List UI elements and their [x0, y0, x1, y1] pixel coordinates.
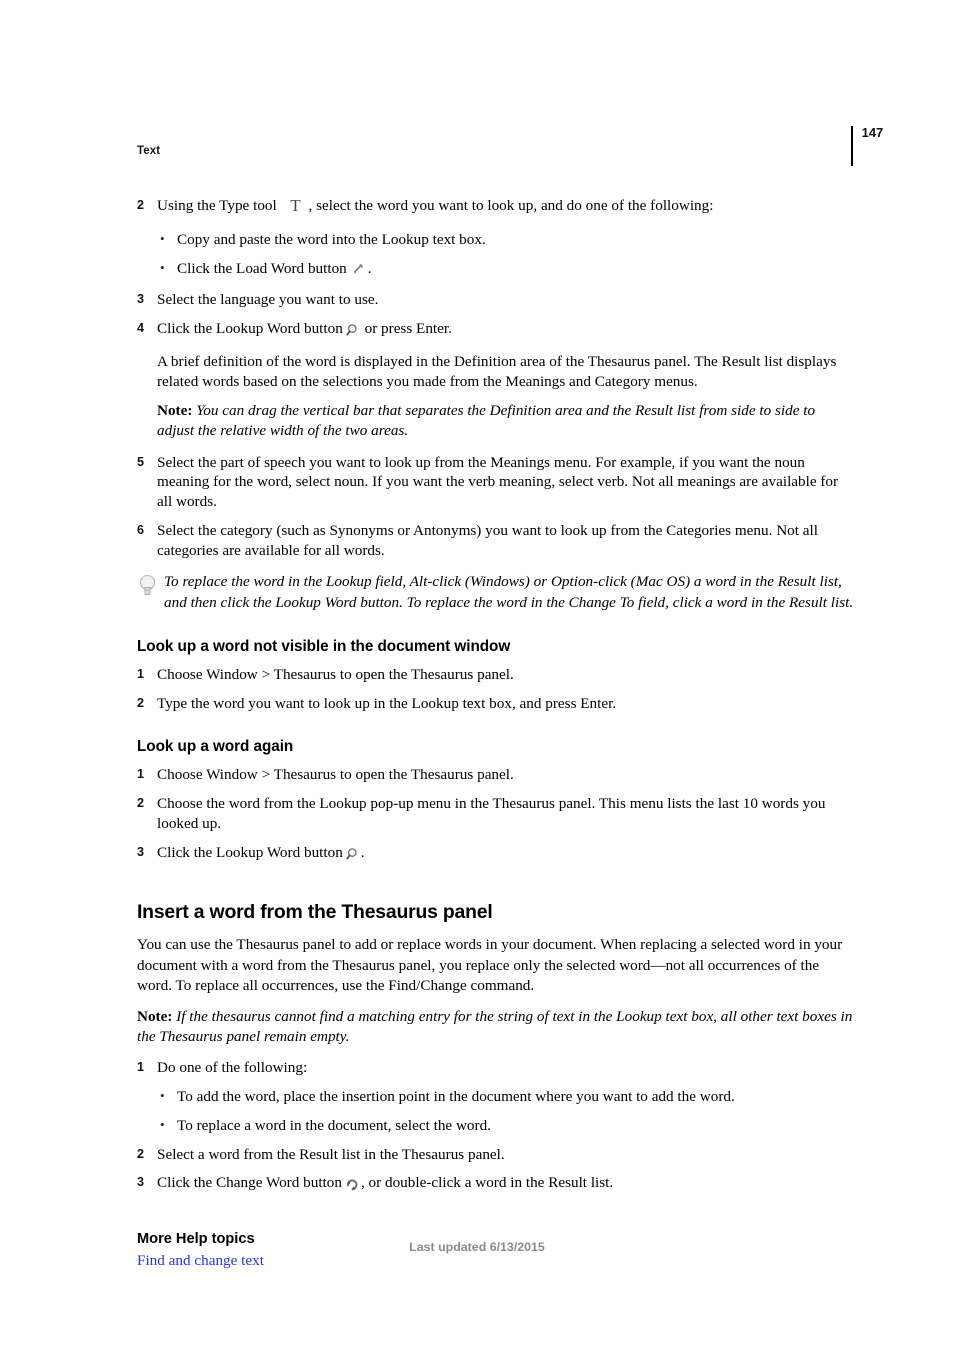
insert-word-step-1: 1 Do one of the following: — [137, 1058, 855, 1078]
insert-word-intro: You can use the Thesaurus panel to add o… — [137, 936, 843, 994]
step-text: Select the category (such as Synonyms or… — [157, 521, 818, 559]
page-number: 147 — [861, 125, 884, 140]
step-text-after: . — [360, 843, 365, 861]
insert-word-step-2: 2 Select a word from the Result list in … — [137, 1145, 855, 1165]
step-text-after: , select the word you want to look up, a… — [308, 197, 714, 214]
bullet-replace-word: • To replace a word in the document, sel… — [137, 1116, 855, 1136]
tip-text: To replace the word in the Lookup field,… — [164, 573, 854, 611]
folio-divider-rule — [851, 126, 853, 166]
step-number: 4 — [137, 321, 145, 335]
bullet-dot: • — [160, 230, 165, 246]
bullet-text: To add the word, place the insertion poi… — [177, 1088, 735, 1106]
lookup-again-step-1: 1 Choose Window > Thesaurus to open the … — [137, 765, 855, 785]
bullet-text: Click the Load Word button — [177, 259, 347, 277]
bullet-load-word: • Click the Load Word button . — [137, 259, 855, 282]
step-text: Select the part of speech you want to lo… — [157, 453, 839, 511]
insert-word-step-3: 3 Click the Change Word button , or doub… — [137, 1173, 855, 1197]
bullet-add-word: • To add the word, place the insertion p… — [137, 1087, 855, 1107]
lookup-not-visible-step-2: 2 Type the word you want to look up in t… — [137, 694, 855, 714]
step-number: 1 — [137, 767, 145, 782]
heading-lookup-not-visible: Look up a word not visible in the docume… — [137, 637, 511, 655]
lookup-again-step-3: 3 Click the Lookup Word button . — [137, 843, 855, 867]
lookup-word-magnifier-icon — [346, 323, 359, 343]
step-number: 2 — [137, 695, 145, 710]
step-4-description: A brief definition of the word is displa… — [157, 352, 837, 390]
heading-insert-word: Insert a word from the Thesaurus panel — [137, 901, 493, 924]
step-text-after: or press Enter. — [364, 320, 452, 337]
step-text-after: , or double-click a word in the Result l… — [360, 1174, 614, 1192]
tip-block: To replace the word in the Lookup field,… — [137, 572, 855, 612]
lookup-not-visible-step-1: 1 Choose Window > Thesaurus to open the … — [137, 665, 855, 685]
step-number: 3 — [137, 844, 145, 859]
step-number: 1 — [137, 1060, 145, 1075]
lookup-again-step-2: 2 Choose the word from the Lookup pop-up… — [137, 794, 855, 834]
document-page: Text 147 2 Using the Type tool T , selec… — [0, 0, 954, 1350]
note-text: You can drag the vertical bar that separ… — [157, 402, 816, 440]
step-text: Select a word from the Result list in th… — [157, 1145, 505, 1163]
step-number: 6 — [137, 522, 145, 537]
note-label: Note: — [157, 402, 193, 420]
lookup-word-magnifier-icon — [346, 847, 359, 867]
running-head: Text — [137, 145, 161, 157]
step-text-before: Click the Lookup Word button — [157, 843, 343, 861]
bullet-text: Copy and paste the word into the Lookup … — [177, 230, 486, 248]
bullet-dot: • — [160, 1116, 165, 1132]
note-label: Note: — [137, 1007, 173, 1025]
load-word-icon — [351, 262, 365, 282]
step-text: Choose Window > Thesaurus to open the Th… — [157, 766, 514, 784]
footer-last-updated: Last updated 6/13/2015 — [409, 1240, 545, 1254]
change-word-icon — [345, 1177, 360, 1197]
step-number: 5 — [137, 454, 145, 469]
lightbulb-icon — [139, 574, 156, 604]
page-content: 2 Using the Type tool T , select the wor… — [137, 196, 855, 1270]
step-number: 2 — [137, 1146, 145, 1161]
step-3: 3 Select the language you want to use. — [137, 290, 855, 310]
bullet-text: To replace a word in the document, selec… — [177, 1116, 491, 1134]
bullet-copy-paste: • Copy and paste the word into the Looku… — [137, 230, 855, 250]
step-text-before: Using the Type tool — [157, 197, 277, 214]
step-4: 4 Click the Lookup Word button or press … — [137, 319, 855, 343]
step-text: Type the word you want to look up in the… — [157, 694, 617, 712]
step-text-before: Click the Change Word button — [157, 1174, 342, 1192]
bullet-dot: • — [160, 259, 165, 275]
step-number: 2 — [137, 796, 145, 811]
bullet-text-after: . — [367, 259, 372, 277]
step-number: 3 — [137, 1175, 145, 1190]
note-thesaurus-empty: Note: If the thesaurus cannot find a mat… — [137, 1007, 855, 1047]
step-text-before: Click the Lookup Word button — [157, 320, 343, 337]
step-5: 5 Select the part of speech you want to … — [137, 453, 855, 512]
step-number: 3 — [137, 292, 145, 307]
folio: 147 — [851, 126, 883, 168]
type-tool-icon: T — [288, 196, 303, 221]
link-find-and-change-text[interactable]: Find and change text — [137, 1252, 264, 1270]
step-number: 1 — [137, 666, 145, 681]
note-vertical-bar: Note: You can drag the vertical bar that… — [137, 401, 855, 441]
step-text: Select the language you want to use. — [157, 291, 379, 309]
step-number: 2 — [137, 198, 145, 212]
heading-lookup-again: Look up a word again — [137, 738, 294, 756]
note-text: If the thesaurus cannot find a matching … — [137, 1007, 853, 1046]
step-text: Do one of the following: — [157, 1059, 308, 1077]
bullet-dot: • — [160, 1088, 165, 1104]
step-text: Choose the word from the Lookup pop-up m… — [157, 795, 826, 832]
step-text: Choose Window > Thesaurus to open the Th… — [157, 665, 514, 683]
step-2: 2 Using the Type tool T , select the wor… — [137, 196, 855, 221]
svg-text:T: T — [290, 196, 301, 215]
step-6: 6 Select the category (such as Synonyms … — [137, 521, 855, 561]
